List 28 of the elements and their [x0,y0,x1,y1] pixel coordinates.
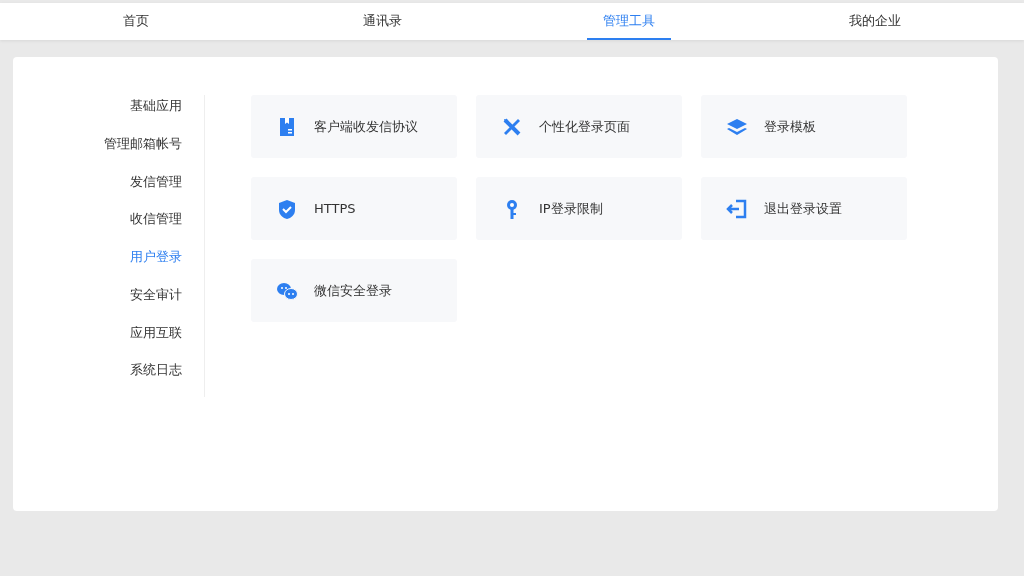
tile-label: 个性化登录页面 [539,117,630,136]
feature-tile[interactable]: 客户端收发信协议 [251,95,457,158]
logout-icon [726,197,748,220]
feature-tile[interactable]: 微信安全登录 [251,259,457,322]
sidebar-item[interactable]: 系统日志 [130,359,204,397]
sidebar-item[interactable]: 管理邮箱帐号 [104,132,204,171]
tile-label: HTTPS [314,201,356,216]
tile-label: 登录模板 [764,117,816,136]
feature-tile[interactable]: 个性化登录页面 [476,95,682,158]
shield-check-icon [276,197,298,220]
nav-tab[interactable]: 通讯录 [346,3,418,40]
nav-tab[interactable]: 首页 [107,3,166,40]
tile-label: 退出登录设置 [764,199,842,218]
nav-tab[interactable]: 管理工具 [586,3,671,40]
tile-label: IP登录限制 [539,199,603,218]
sidebar-item[interactable]: 用户登录 [130,246,204,284]
sidebar-item[interactable]: 应用互联 [130,321,204,360]
feature-tile[interactable]: HTTPS [251,177,457,240]
tile-label: 客户端收发信协议 [314,117,418,136]
feature-tile[interactable]: 退出登录设置 [701,177,907,240]
feature-tile[interactable]: 登录模板 [701,95,907,158]
feature-tile[interactable]: IP登录限制 [476,177,682,240]
sidebar-item[interactable]: 安全审计 [130,283,204,322]
nav-tab[interactable]: 我的企业 [832,3,917,40]
sidebar-item[interactable]: 收信管理 [130,208,204,246]
sidebar-item[interactable]: 发信管理 [130,170,204,209]
tile-label: 微信安全登录 [314,281,392,300]
sidebar-item[interactable]: 基础应用 [130,95,204,133]
